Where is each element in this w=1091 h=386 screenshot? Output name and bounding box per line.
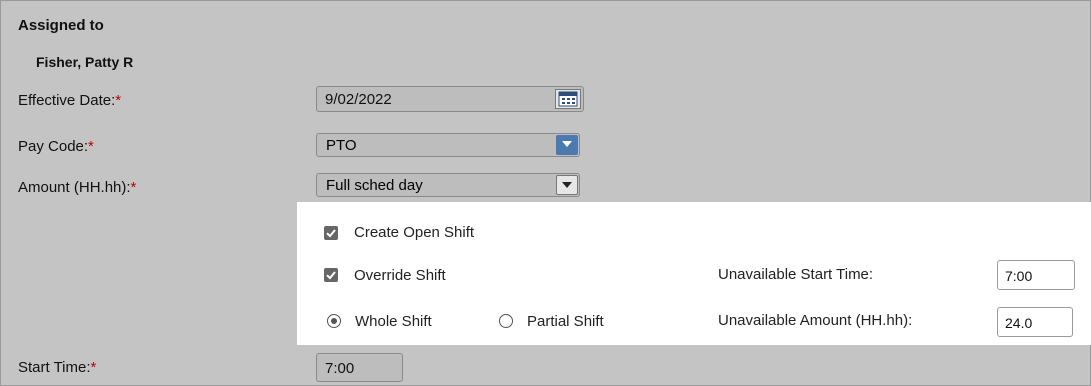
amount-dropdown-button[interactable]: [556, 175, 578, 195]
checkmark-icon: [326, 229, 336, 238]
pay-code-label: Pay Code:*: [18, 138, 94, 155]
partial-shift-radio[interactable]: [499, 314, 513, 328]
checkmark-icon: [326, 271, 336, 280]
unavailable-start-time-label: Unavailable Start Time:: [718, 266, 874, 283]
override-shift-label: Override Shift: [354, 267, 446, 284]
start-time-label: Start Time:*: [18, 359, 97, 376]
amount-value: Full sched day: [326, 177, 423, 194]
calendar-button[interactable]: [555, 89, 581, 109]
unavailable-start-time-input[interactable]: 7:00: [997, 260, 1075, 290]
unavailable-amount-value: 24.0: [1005, 315, 1033, 331]
effective-date-label: Effective Date:*: [18, 92, 122, 109]
start-time-value: 7:00: [325, 360, 355, 377]
pay-code-dropdown-button[interactable]: [556, 135, 578, 155]
assigned-to-label: Assigned to: [18, 17, 104, 34]
open-shift-panel: Create Open Shift Override Shift Whole S…: [297, 202, 1091, 345]
effective-date-value: 9/02/2022: [325, 91, 392, 108]
create-open-shift-checkbox[interactable]: [324, 226, 338, 240]
radio-selected-dot: [330, 317, 337, 324]
unavailable-amount-input[interactable]: 24.0: [997, 307, 1073, 337]
chevron-down-icon: [562, 141, 572, 147]
amount-select[interactable]: Full sched day: [316, 173, 580, 197]
unavailable-amount-label: Unavailable Amount (HH.hh):: [718, 312, 913, 329]
create-open-shift-label: Create Open Shift: [354, 224, 475, 241]
chevron-down-icon: [562, 182, 572, 188]
partial-shift-label: Partial Shift: [527, 313, 604, 330]
pay-code-value: PTO: [326, 137, 357, 154]
calendar-icon: [558, 91, 578, 107]
start-time-input[interactable]: 7:00: [316, 353, 403, 382]
effective-date-field[interactable]: 9/02/2022: [316, 86, 584, 112]
whole-shift-radio[interactable]: [327, 314, 341, 328]
unavailable-start-time-value: 7:00: [1005, 268, 1033, 284]
whole-shift-label: Whole Shift: [355, 313, 432, 330]
assigned-to-value: Fisher, Patty R: [36, 54, 134, 70]
amount-label: Amount (HH.hh):*: [18, 179, 137, 196]
pay-code-select[interactable]: PTO: [316, 133, 580, 157]
override-shift-checkbox[interactable]: [324, 268, 338, 282]
